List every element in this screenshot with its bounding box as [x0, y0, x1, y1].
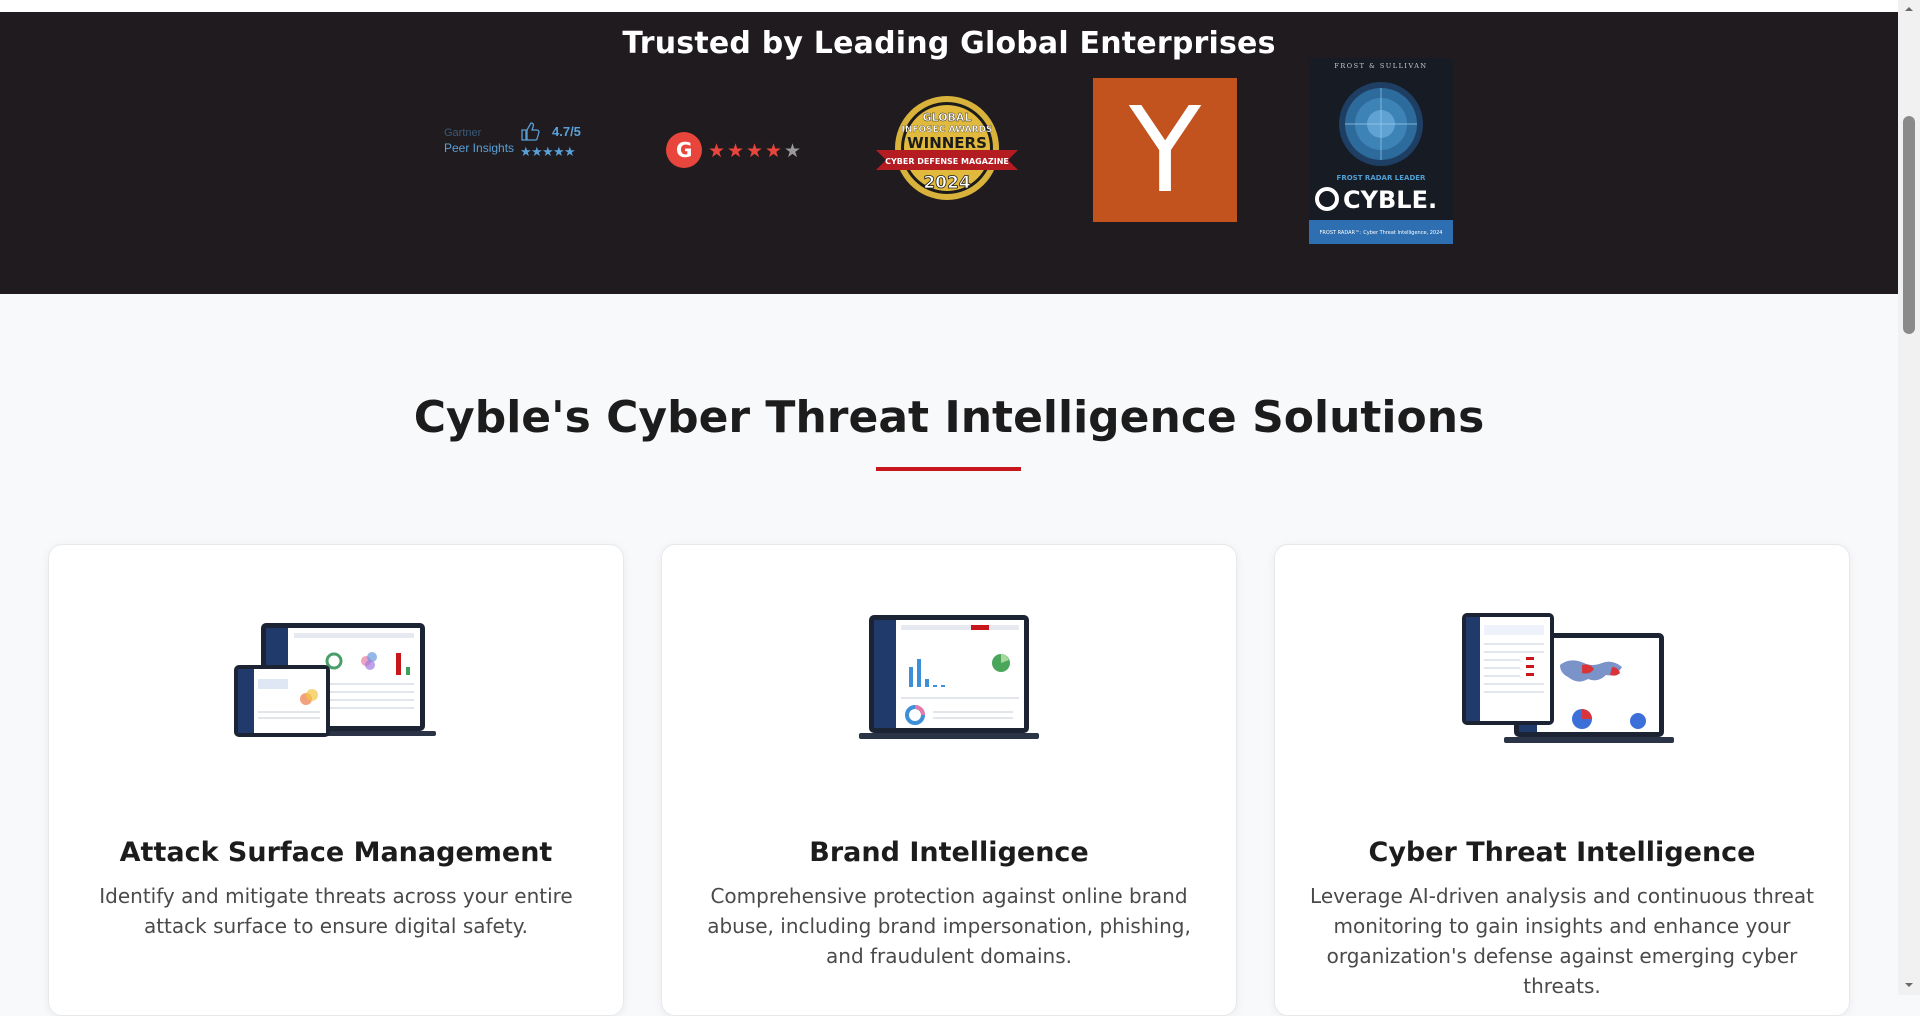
card-title: Cyber Threat Intelligence	[1368, 837, 1756, 868]
trusted-by-title: Trusted by Leading Global Enterprises	[622, 26, 1276, 61]
svg-text:★: ★	[542, 145, 554, 160]
card-attack-surface-management[interactable]: Attack Surface Management Identify and m…	[48, 544, 624, 1016]
svg-text:★: ★	[746, 140, 763, 162]
card-description: Comprehensive protection against online …	[707, 884, 1191, 968]
svg-text:★: ★	[765, 140, 782, 162]
solutions-section: Cyble's Cyber Threat Intelligence Soluti…	[0, 294, 1898, 1016]
svg-text:★: ★	[553, 145, 565, 160]
gartner-line1: Gartner	[444, 127, 482, 139]
svg-text:★: ★	[708, 140, 725, 162]
yc-letter: Y	[1128, 81, 1202, 219]
frost-brand: CYBLE.	[1343, 186, 1437, 214]
infosec-line1: GLOBAL	[923, 111, 972, 124]
svg-text:★: ★	[531, 145, 543, 160]
infosec-line3: WINNERS	[907, 134, 987, 152]
scroll-down-arrow-icon[interactable]	[1902, 978, 1916, 990]
gartner-rating: 4.7/5	[552, 124, 581, 139]
g2-letter: G	[676, 138, 692, 162]
scrollbar-thumb[interactable]	[1903, 116, 1915, 334]
card-description: Identify and mitigate threats across you…	[99, 884, 573, 938]
laptop-dashboard-image	[829, 603, 1069, 753]
star-icon: ★ ★ ★ ★ ★	[520, 145, 576, 160]
svg-text:★: ★	[564, 145, 576, 160]
svg-text:★: ★	[784, 140, 801, 162]
gartner-peer-insights-logo: Gartner Peer Insights 4.7/5 ★ ★ ★ ★ ★	[444, 120, 590, 164]
gartner-line2: Peer Insights	[444, 141, 514, 155]
frost-top: FROST & SULLIVAN	[1334, 62, 1427, 70]
y-combinator-logo: Y	[1093, 78, 1237, 222]
svg-text:★: ★	[727, 140, 744, 162]
laptop-tablet-map-image	[1442, 603, 1682, 753]
card-brand-intelligence[interactable]: Brand Intelligence Comprehensive protect…	[661, 544, 1237, 1016]
thumbs-up-icon	[521, 122, 540, 141]
svg-text:★: ★	[520, 145, 532, 160]
scroll-up-arrow-icon[interactable]	[1902, 2, 1916, 14]
infosec-ribbon: CYBER DEFENSE MAGAZINE	[885, 157, 1009, 166]
card-title: Attack Surface Management	[119, 837, 553, 868]
star-icon: ★ ★ ★ ★	[708, 140, 782, 162]
frost-badge: FROST RADAR LEADER	[1337, 174, 1426, 182]
card-description: Leverage AI-driven analysis and continuo…	[1310, 884, 1814, 998]
trusted-by-band: Trusted by Leading Global Enterprises Ga…	[0, 12, 1898, 294]
card-title: Brand Intelligence	[809, 837, 1089, 868]
card-cyber-threat-intelligence[interactable]: Cyber Threat Intelligence Leverage AI-dr…	[1274, 544, 1850, 1016]
frost-footer: FROST RADAR™: Cyber Threat Intelligence,…	[1320, 230, 1443, 236]
global-infosec-awards-badge: GLOBAL INFOSEC AWARDS WINNERS CYBER DEFE…	[876, 94, 1018, 204]
infosec-year: 2024	[923, 173, 970, 193]
g2-rating-logo: G ★ ★ ★ ★ ★	[666, 130, 806, 170]
solutions-title: Cyble's Cyber Threat Intelligence Soluti…	[413, 392, 1485, 443]
laptop-tablet-dashboard-image	[216, 603, 456, 753]
top-strip	[0, 0, 1898, 12]
title-underline	[876, 467, 1021, 471]
frost-radar-leader-badge: FROST & SULLIVAN FROST RADAR LEADER CYBL…	[1309, 58, 1453, 244]
